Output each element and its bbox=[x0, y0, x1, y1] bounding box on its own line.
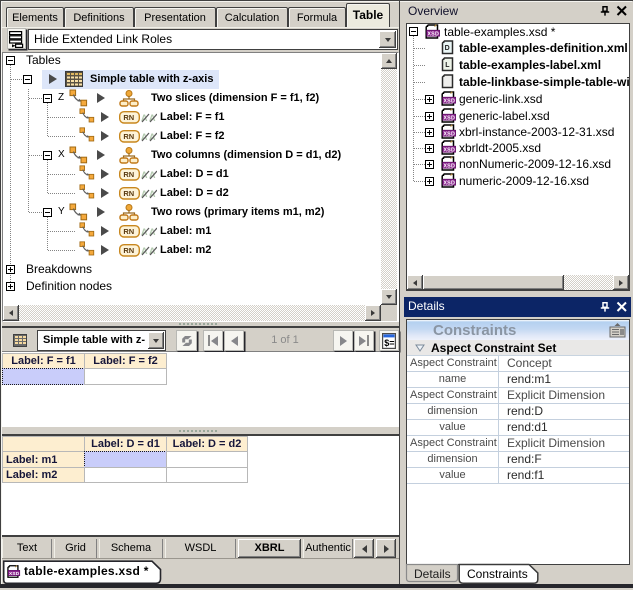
svg-text:$=: $= bbox=[384, 338, 394, 348]
